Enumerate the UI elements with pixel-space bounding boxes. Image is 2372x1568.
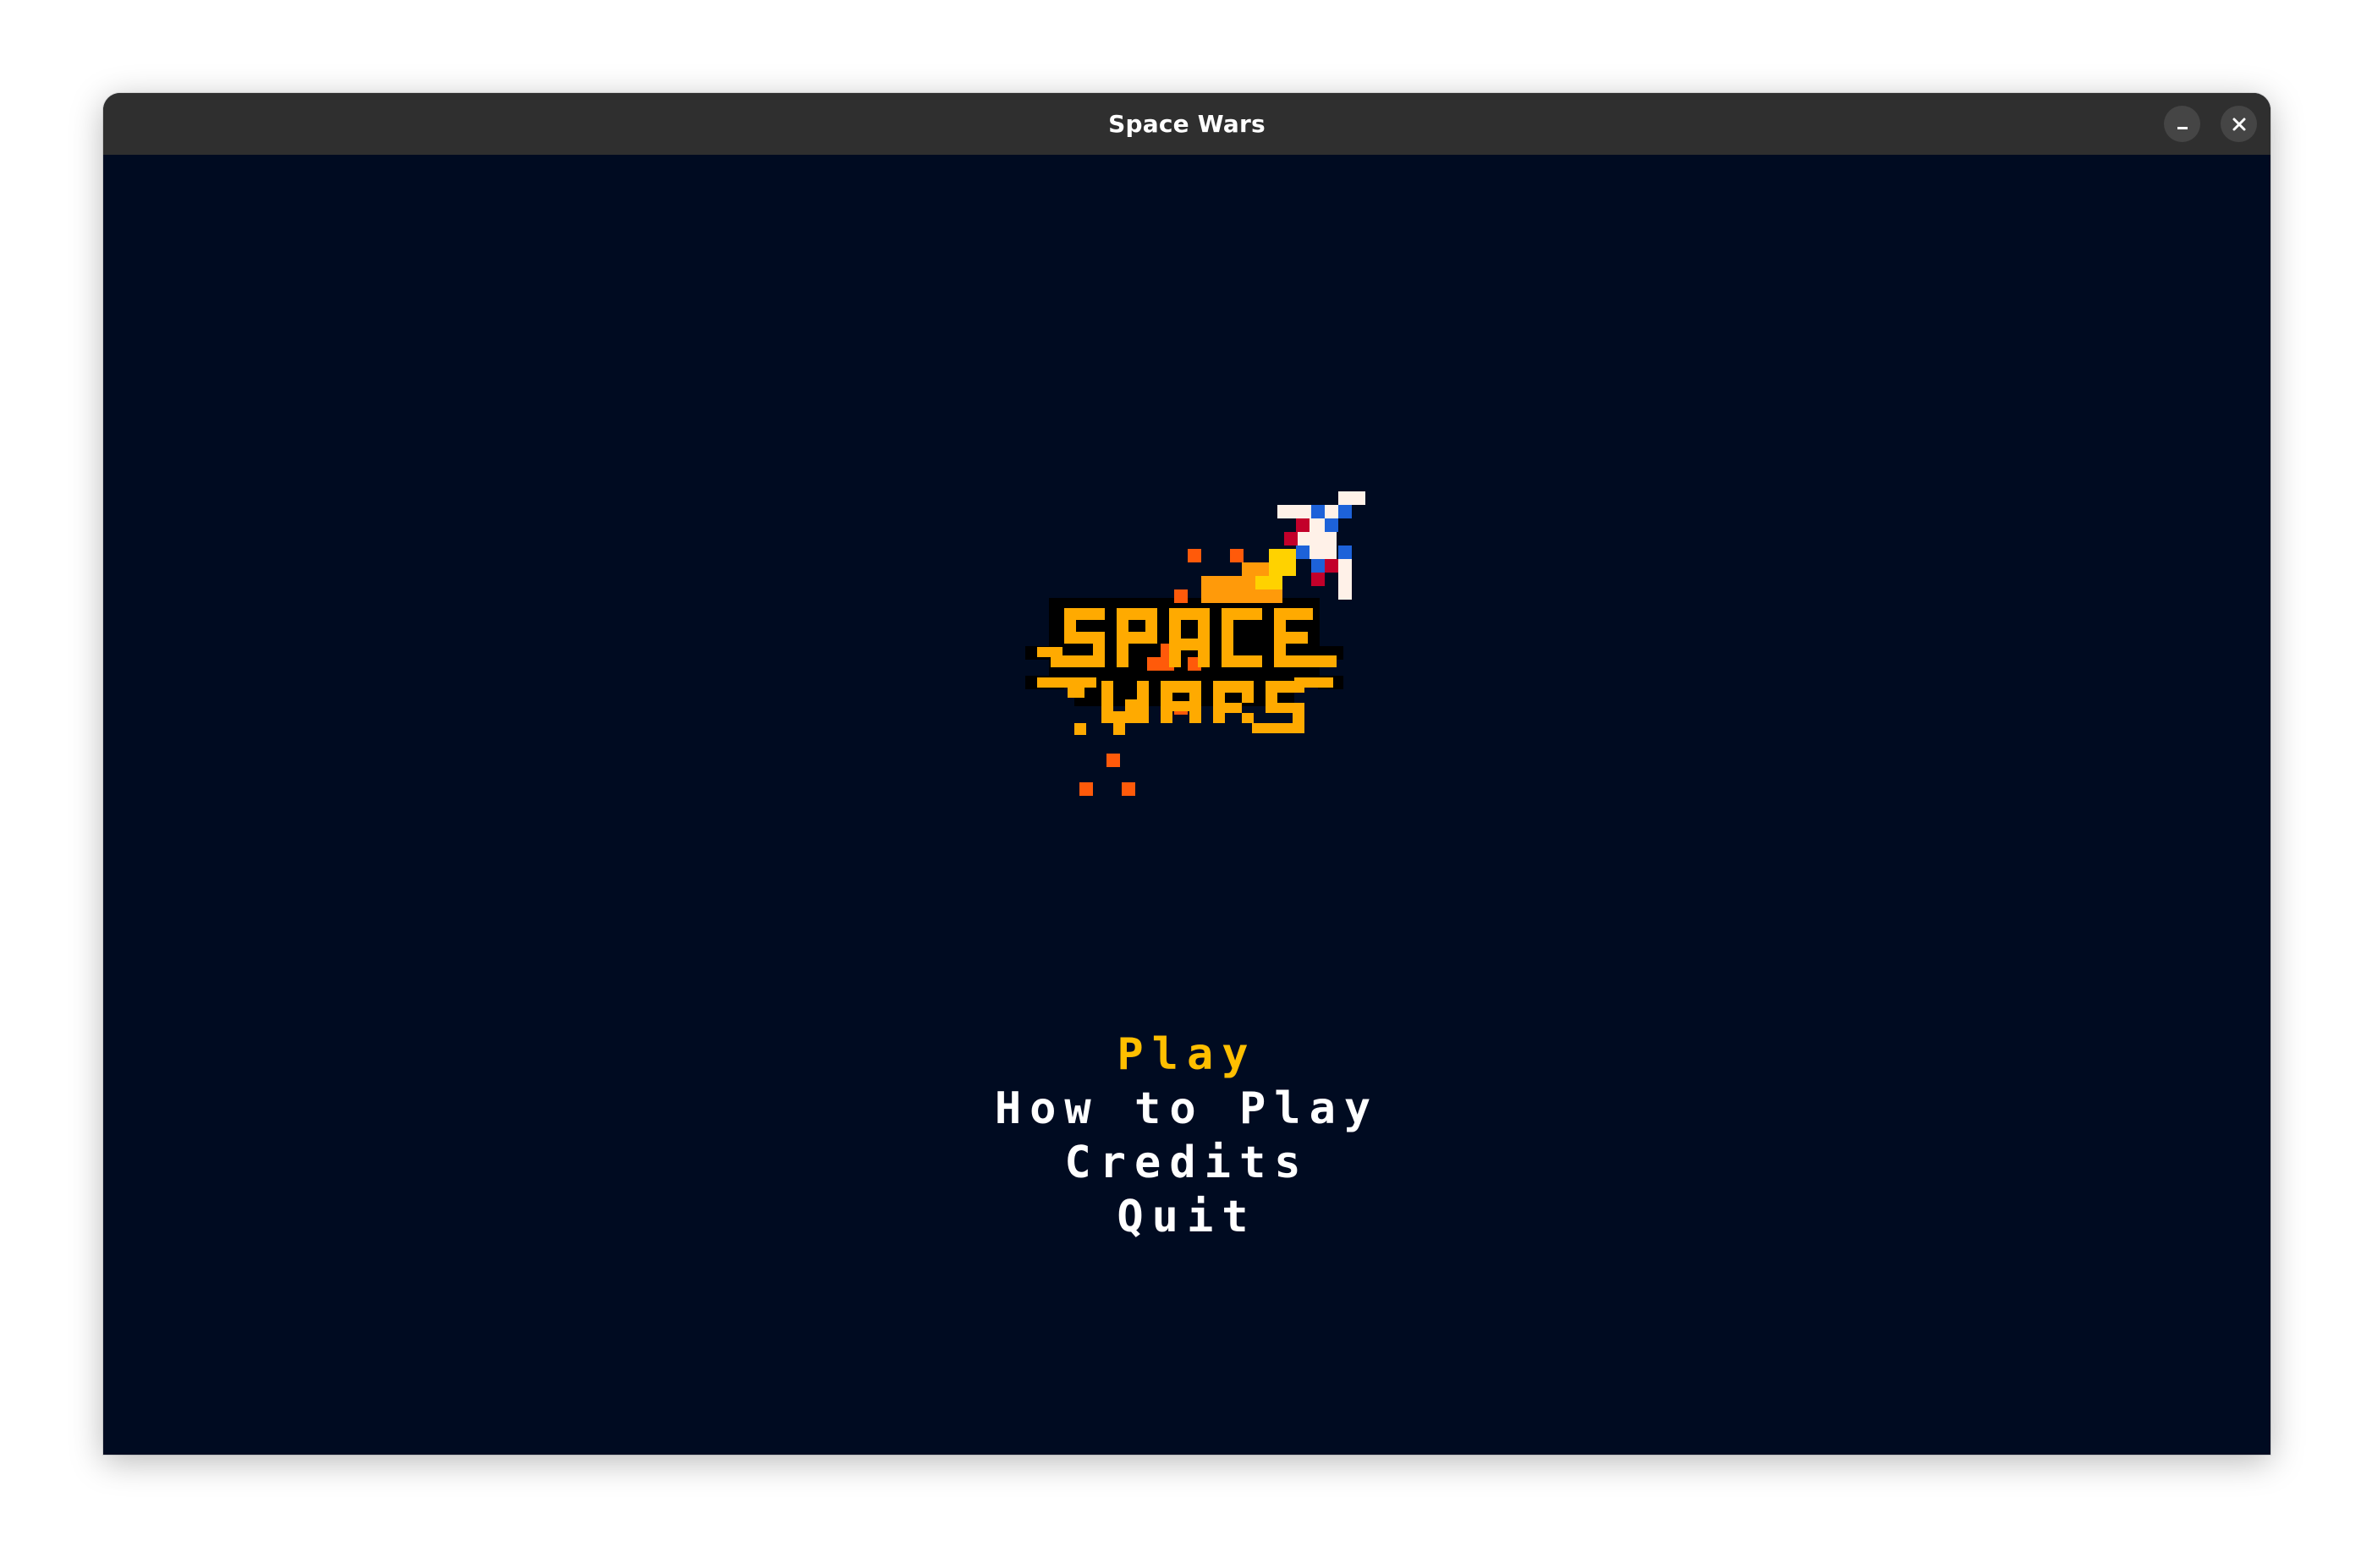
game-canvas[interactable]: Play How to Play Credits Quit	[103, 155, 2270, 1455]
minimize-icon	[2177, 126, 2188, 129]
window-title: Space Wars	[1108, 110, 1266, 138]
minimize-button[interactable]	[2164, 106, 2200, 142]
game-window: Space Wars Play How to Play Credits Quit	[103, 93, 2270, 1455]
spaceship-icon	[1277, 491, 1365, 600]
menu-item-credits[interactable]: Credits	[1064, 1136, 1309, 1190]
menu-item-how-to-play[interactable]: How to Play	[995, 1082, 1379, 1136]
close-icon	[2232, 118, 2245, 130]
title-bar[interactable]: Space Wars	[103, 93, 2270, 155]
menu-item-play[interactable]: Play	[1117, 1028, 1256, 1082]
main-menu: Play How to Play Credits Quit	[103, 1028, 2270, 1244]
close-button[interactable]	[2221, 106, 2257, 142]
space-wars-logo	[1025, 491, 1365, 796]
menu-item-quit[interactable]: Quit	[1117, 1190, 1256, 1244]
